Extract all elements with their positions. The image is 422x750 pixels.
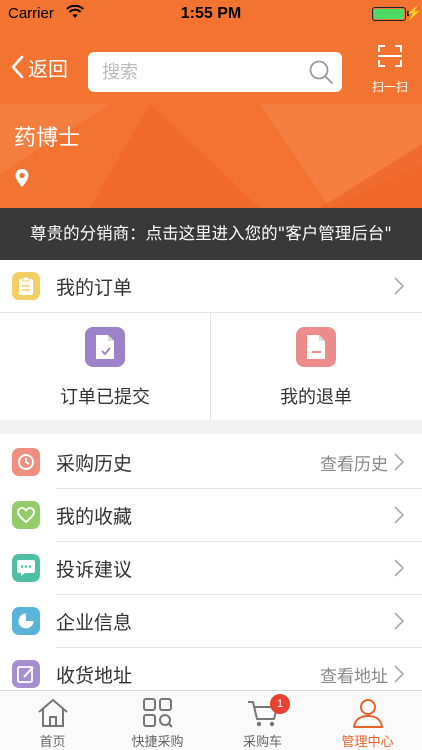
view-address-link[interactable]: 查看地址	[320, 662, 388, 687]
quick-purchase-icon	[143, 698, 173, 728]
tab-home[interactable]: 首页	[0, 691, 105, 750]
menu-list: 采购历史 查看历史 我的收藏 投诉建议 企业信息 收货地址 查看地址	[0, 434, 422, 690]
scan-button[interactable]: 扫一扫	[366, 44, 414, 100]
scan-label: 扫一扫	[371, 80, 408, 94]
scan-icon	[378, 45, 402, 67]
back-label: 返回	[28, 56, 68, 81]
search-box[interactable]	[88, 52, 342, 92]
menu-item-label: 采购历史	[56, 452, 133, 475]
home-icon	[38, 699, 68, 727]
tab-cart[interactable]: 1 采购车	[210, 691, 315, 750]
menu-item-label: 收货地址	[56, 664, 133, 687]
tab-quick-purchase[interactable]: 快捷采购	[105, 691, 210, 750]
tab-label: 采购车	[242, 735, 282, 750]
cart-badge: 1	[270, 694, 290, 714]
orders-section: 我的订单 订单已提交 我的退单	[0, 260, 422, 420]
charging-icon: ⚡	[405, 5, 422, 20]
store-banner: 药博士	[0, 104, 422, 208]
edit-address-icon	[12, 660, 40, 688]
order-submitted-label: 订单已提交	[60, 387, 150, 408]
menu-item-favorites[interactable]: 我的收藏	[0, 489, 422, 541]
clipboard-icon	[12, 272, 40, 300]
store-title: 药博士	[14, 126, 81, 151]
document-check-icon	[85, 327, 125, 367]
chevron-right-icon	[394, 559, 404, 577]
document-return-icon	[296, 327, 336, 367]
menu-item-label: 投诉建议	[56, 558, 133, 581]
tab-label: 首页	[39, 735, 66, 750]
chevron-right-icon	[394, 665, 404, 683]
my-returns-label: 我的退单	[280, 387, 352, 408]
chevron-right-icon	[394, 612, 404, 630]
view-history-link[interactable]: 查看历史	[320, 450, 388, 475]
tab-bar: 首页 快捷采购 1 采购车 管理中心	[0, 690, 422, 750]
order-status-grid: 订单已提交 我的退单	[0, 313, 422, 420]
my-returns-cell[interactable]: 我的退单	[211, 313, 421, 420]
menu-item-label: 我的收藏	[56, 505, 133, 528]
message-icon	[12, 554, 40, 582]
chevron-right-icon	[394, 453, 404, 471]
my-orders-row[interactable]: 我的订单	[0, 260, 422, 312]
menu-item-complaints[interactable]: 投诉建议	[0, 542, 422, 594]
menu-item-purchase-history[interactable]: 采购历史 查看历史	[0, 436, 422, 488]
dealer-notice-banner[interactable]: 尊贵的分销商：点击这里进入您的"客户管理后台"	[0, 208, 422, 260]
my-orders-label: 我的订单	[56, 276, 133, 299]
location-pin-icon	[15, 169, 29, 187]
tab-label: 管理中心	[341, 735, 394, 750]
back-button[interactable]: 返回	[10, 50, 68, 84]
history-icon	[12, 448, 40, 476]
heart-icon	[12, 501, 40, 529]
menu-item-company-info[interactable]: 企业信息	[0, 595, 422, 647]
battery-icon	[372, 7, 409, 21]
menu-item-label: 企业信息	[56, 611, 133, 634]
status-bar: Carrier 1:55 PM ⚡	[0, 0, 422, 28]
pie-chart-icon	[12, 607, 40, 635]
tab-management-center[interactable]: 管理中心	[315, 691, 420, 750]
search-icon[interactable]	[308, 59, 334, 85]
user-icon	[353, 699, 383, 728]
chevron-left-icon	[11, 55, 24, 79]
tab-label: 快捷采购	[131, 735, 184, 750]
clock: 1:55 PM	[180, 5, 242, 22]
search-input[interactable]	[88, 52, 298, 92]
chevron-right-icon	[394, 506, 404, 524]
order-submitted-cell[interactable]: 订单已提交	[0, 313, 210, 420]
nav-bar: 返回 扫一扫	[0, 28, 422, 104]
chevron-right-icon	[394, 277, 404, 295]
